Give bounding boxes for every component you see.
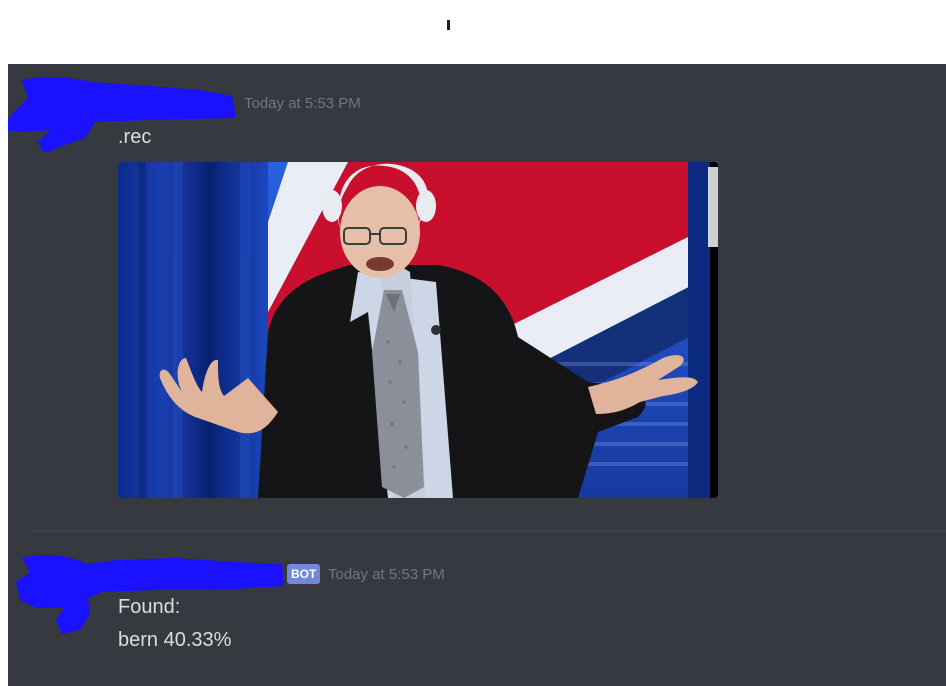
bot-badge: BOT [287, 564, 321, 584]
image-attachment[interactable] [118, 162, 718, 498]
photo-speaker [118, 162, 718, 498]
message-timestamp: Today at 5:53 PM [328, 566, 445, 583]
message-line-found: Found: [118, 596, 181, 618]
message-line-result: bern 40.33% [118, 629, 232, 651]
message-timestamp: Today at 5:53 PM [244, 95, 361, 112]
message-divider [28, 530, 946, 531]
top-mark [447, 20, 450, 30]
redacted-username-2 [16, 555, 284, 634]
chat-panel: Today at 5:53 PM .rec BOT Today at 5:53 … [8, 64, 946, 686]
message-content: .rec [118, 126, 152, 148]
